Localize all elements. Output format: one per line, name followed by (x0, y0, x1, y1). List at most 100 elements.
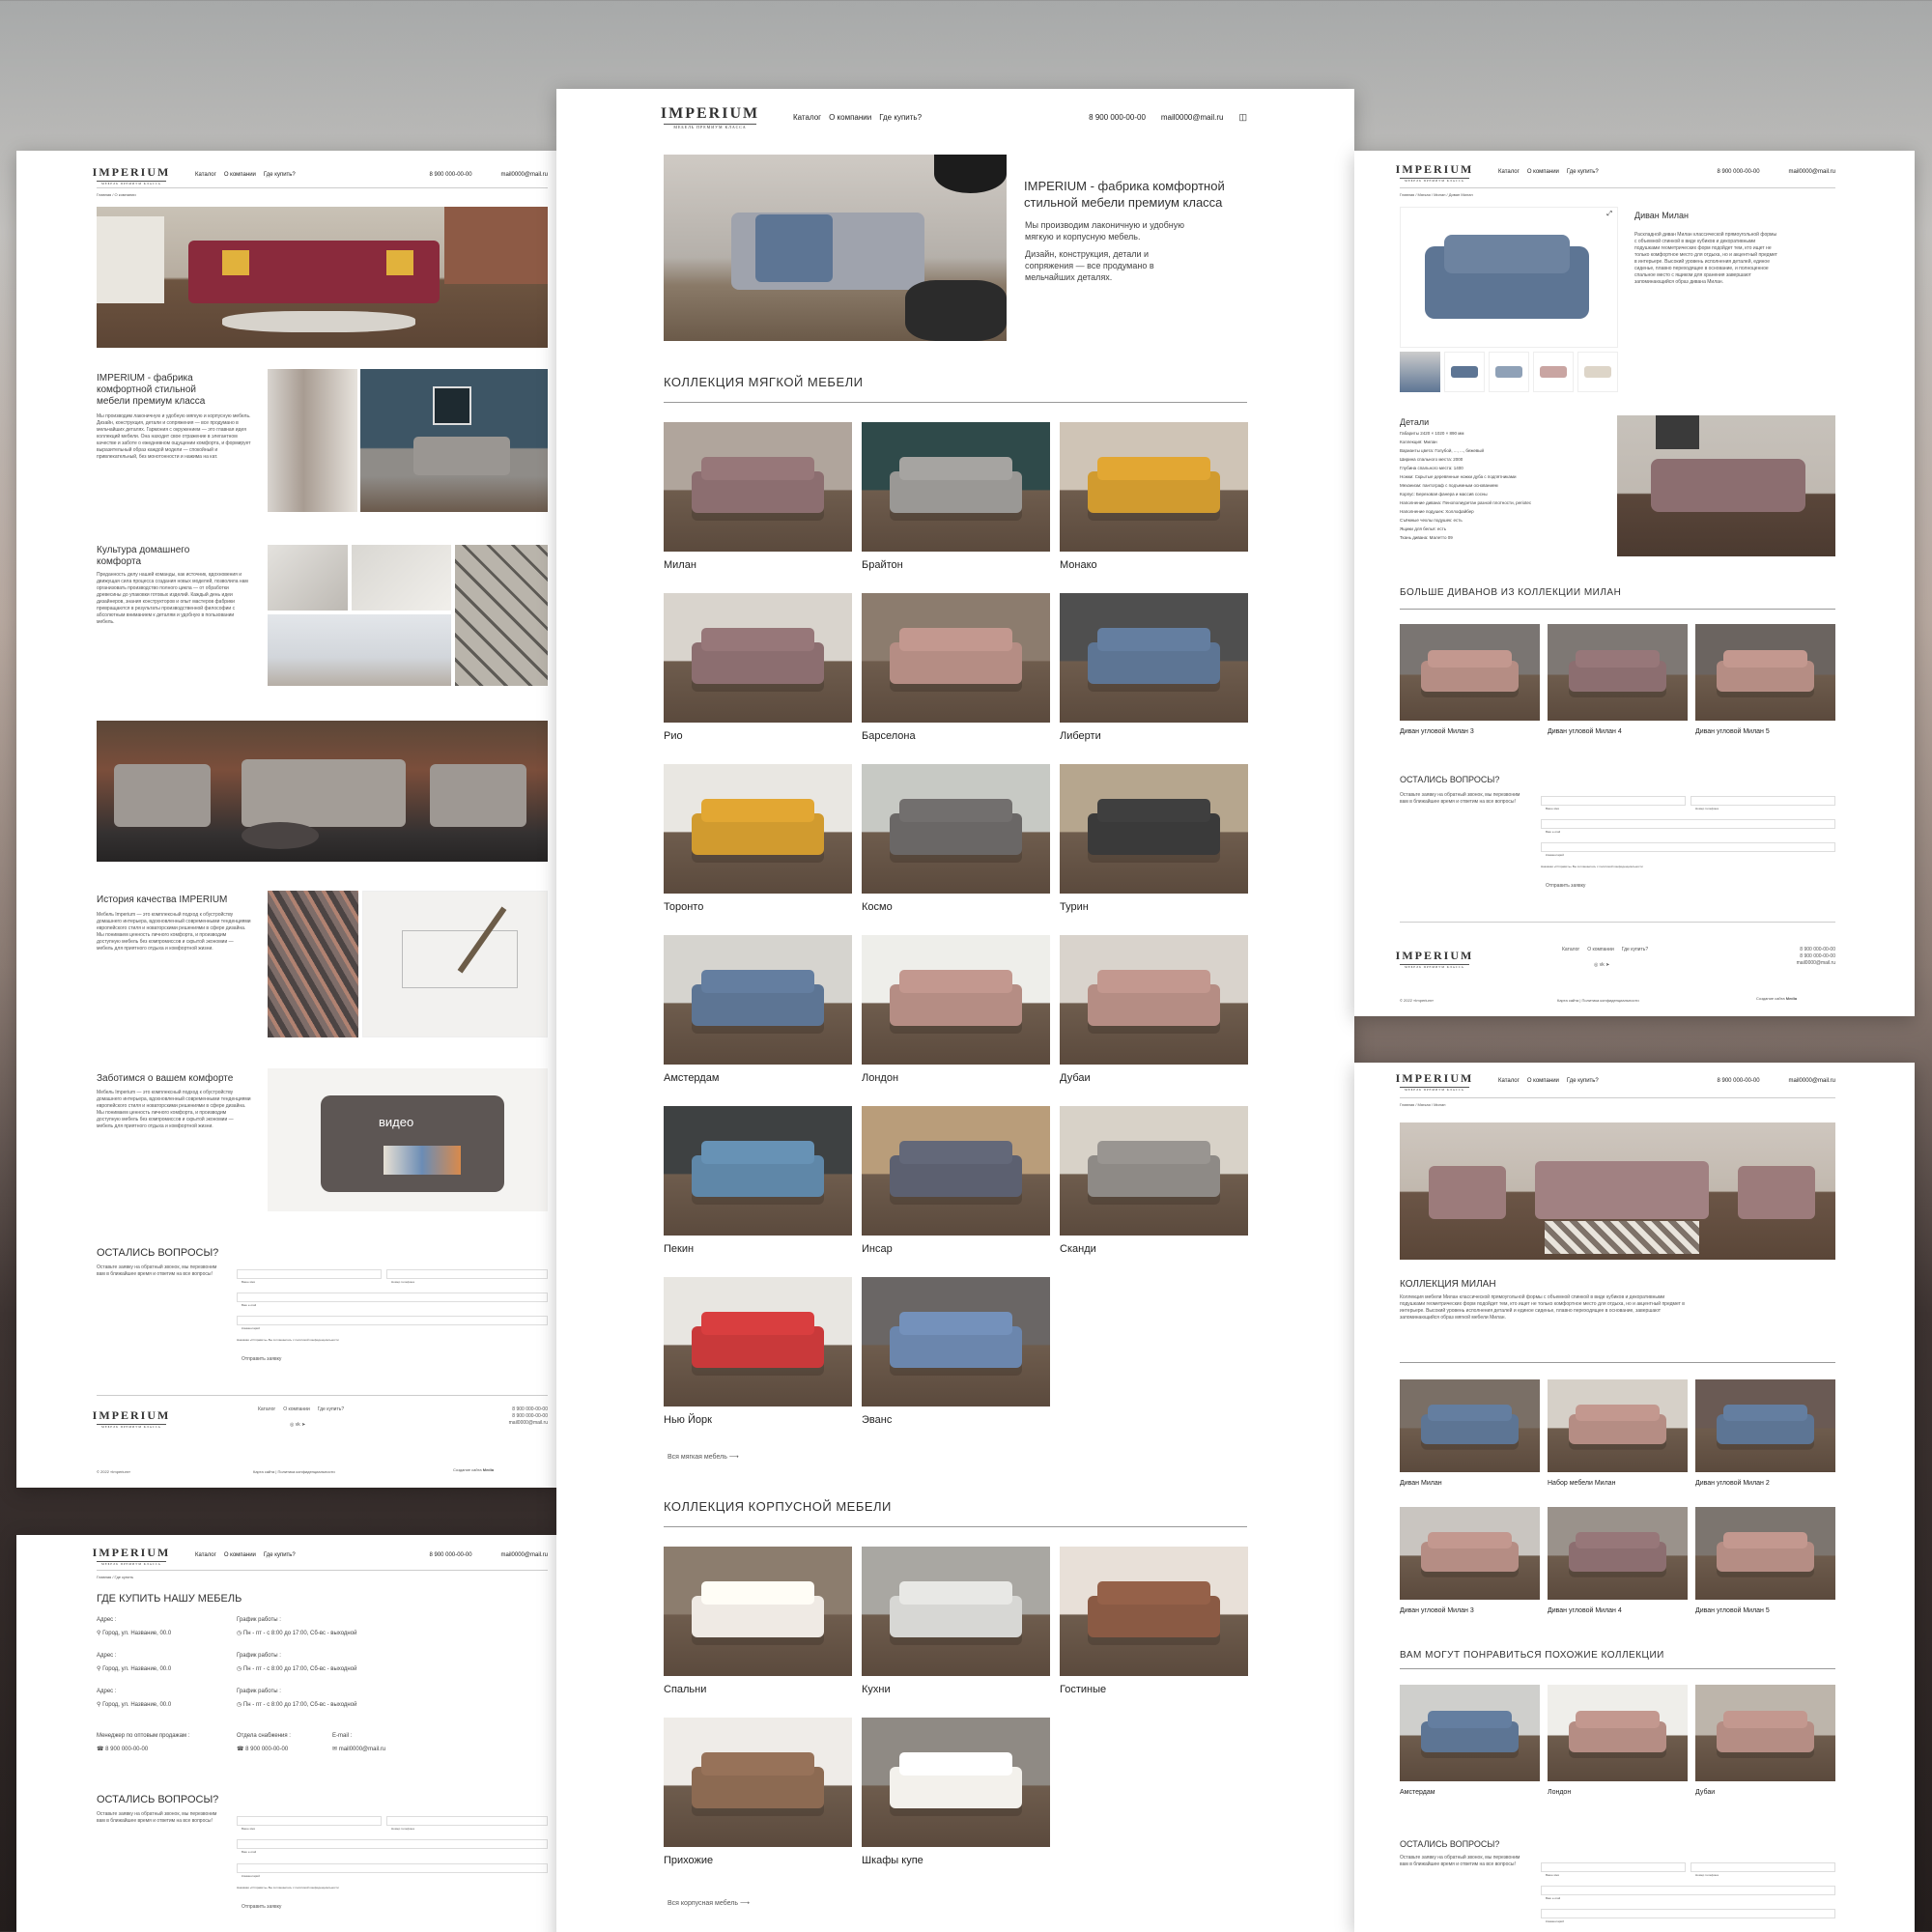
product-image[interactable] (862, 935, 1050, 1065)
product-name[interactable]: Лондон (862, 1072, 898, 1084)
product-name[interactable]: Спальни (664, 1684, 706, 1695)
thumbnail[interactable] (1400, 352, 1440, 392)
product-image[interactable] (862, 422, 1050, 552)
footer-logo[interactable]: IMPERIUM МЕБЕЛЬ ПРЕМИУМ КЛАССА (1396, 949, 1472, 969)
header-email[interactable]: mail0000@mail.ru (501, 172, 548, 178)
product-image[interactable] (1548, 1685, 1688, 1781)
instagram-icon[interactable]: ◎ (1594, 962, 1598, 968)
nav-where[interactable]: Где купить? (1567, 169, 1599, 175)
nav-where[interactable]: Где купить? (264, 172, 296, 178)
product-image[interactable] (1400, 1379, 1540, 1472)
nav-catalog[interactable]: Каталог (1498, 1078, 1520, 1084)
product-image[interactable] (664, 422, 852, 552)
nav-about[interactable]: О компании (224, 172, 256, 178)
nav-where[interactable]: Где купить? (1567, 1078, 1599, 1084)
product-name[interactable]: Набор мебели Милан (1548, 1480, 1615, 1487)
telegram-icon[interactable]: ➤ (1605, 962, 1609, 968)
footer-nav-catalog[interactable]: Каталог (1562, 947, 1579, 952)
product-card[interactable]: Барселона (862, 593, 1050, 744)
product-name[interactable]: Либерти (1060, 730, 1101, 742)
phone-input[interactable]: Номер телефона (386, 1269, 548, 1284)
nav-about[interactable]: О компании (224, 1552, 256, 1558)
consent-text[interactable]: Нажимая «Отправить» Вы соглашаетесь с по… (1541, 864, 1643, 870)
header-phone[interactable]: 8 900 000-00-00 (430, 172, 472, 178)
comment-input[interactable]: Комментарий (237, 1863, 548, 1878)
product-image[interactable] (664, 935, 852, 1065)
footer-nav-about[interactable]: О компании (283, 1406, 310, 1412)
product-card[interactable]: Дубаи (1060, 935, 1248, 1086)
footer-phone-2[interactable]: 8 900 000-00-00 (1768, 953, 1835, 960)
product-name[interactable]: Сканди (1060, 1243, 1096, 1255)
product-card[interactable]: Диван угловой Милан 5 (1695, 1507, 1835, 1621)
product-name[interactable]: Кухни (862, 1684, 891, 1695)
vk-icon[interactable]: vk (1600, 962, 1605, 968)
product-card[interactable]: Диван угловой Милан 3 (1400, 624, 1540, 742)
footer-phone-2[interactable]: 8 900 000-00-00 (480, 1413, 548, 1420)
product-image[interactable] (862, 1718, 1050, 1847)
product-card[interactable]: Либерти (1060, 593, 1248, 744)
nav-catalog[interactable]: Каталог (195, 172, 216, 178)
product-name[interactable]: Дубаи (1695, 1789, 1715, 1796)
case-more-link[interactable]: Вся корпусная мебель ⟶ (668, 1900, 750, 1907)
product-name[interactable]: Брайтон (862, 559, 903, 571)
product-name[interactable]: Торонто (664, 901, 703, 913)
product-image[interactable] (664, 1718, 852, 1847)
product-image[interactable] (1060, 1547, 1248, 1676)
footer-made-by[interactable]: Создание сайта Media (453, 1466, 494, 1473)
product-name[interactable]: Амстердам (664, 1072, 719, 1084)
product-name[interactable]: Шкафы купе (862, 1855, 923, 1866)
product-card[interactable]: Монако (1060, 422, 1248, 573)
nav-where[interactable]: Где купить? (264, 1552, 296, 1558)
breadcrumb[interactable]: Главная / О компании (97, 191, 136, 198)
vk-icon[interactable]: vk (296, 1422, 300, 1428)
submit-button[interactable]: Отправить заявку (1546, 883, 1585, 890)
product-name[interactable]: Монако (1060, 559, 1097, 571)
header-email[interactable]: mail0000@mail.ru (501, 1552, 548, 1558)
product-name[interactable]: Рио (664, 730, 683, 742)
product-image[interactable] (1695, 624, 1835, 721)
product-card[interactable]: Эванс (862, 1277, 1050, 1428)
telegram-icon[interactable]: ➤ (301, 1422, 305, 1428)
footer-nav-where[interactable]: Где купить? (1622, 947, 1648, 952)
product-card[interactable]: Диван угловой Милан 4 (1548, 624, 1688, 742)
product-name[interactable]: Космо (862, 901, 893, 913)
breadcrumb[interactable]: Главная / Где купить (97, 1574, 133, 1580)
footer-links[interactable]: Карта сайта | Политика конфиденциальност… (1557, 997, 1639, 1004)
product-card[interactable]: Набор мебели Милан (1548, 1379, 1688, 1493)
footer-phone-1[interactable]: 8 900 000-00-00 (480, 1406, 548, 1413)
product-card[interactable]: Милан (664, 422, 852, 573)
product-card[interactable]: Диван угловой Милан 3 (1400, 1507, 1540, 1621)
product-image[interactable] (1060, 422, 1248, 552)
product-name[interactable]: Гостиные (1060, 1684, 1106, 1695)
product-name[interactable]: Пекин (664, 1243, 694, 1255)
breadcrumb[interactable]: Главная / Мягкая / Милан (1400, 1101, 1445, 1108)
product-image[interactable] (1060, 593, 1248, 723)
product-image[interactable] (1060, 935, 1248, 1065)
product-card[interactable]: Торонто (664, 764, 852, 915)
header-phone[interactable]: 8 900 000-00-00 (1089, 113, 1146, 122)
footer-phone-1[interactable]: 8 900 000-00-00 (1768, 947, 1835, 953)
email-input[interactable]: Ваш e-mail (1541, 819, 1835, 834)
product-image[interactable] (1548, 624, 1688, 721)
nav-about[interactable]: О компании (829, 113, 871, 122)
header-phone[interactable]: 8 900 000-00-00 (1718, 1078, 1760, 1084)
product-image[interactable] (1548, 1507, 1688, 1600)
logo[interactable]: IMPERIUM МЕБЕЛЬ ПРЕМИУМ КЛАССА (1396, 162, 1472, 183)
product-card[interactable]: Космо (862, 764, 1050, 915)
product-card[interactable]: Рио (664, 593, 852, 744)
product-image[interactable] (1695, 1685, 1835, 1781)
nav-catalog[interactable]: Каталог (793, 113, 821, 122)
product-card[interactable]: Амстердам (1400, 1685, 1540, 1803)
phone-input[interactable]: Номер телефона (1690, 796, 1835, 810)
soft-more-link[interactable]: Вся мягкая мебель ⟶ (668, 1454, 739, 1461)
product-card[interactable]: Шкафы купе (862, 1718, 1050, 1868)
product-card[interactable]: Брайтон (862, 422, 1050, 573)
product-card[interactable]: Спальни (664, 1547, 852, 1697)
name-input[interactable]: Ваше имя (1541, 1862, 1686, 1877)
footer-made-by[interactable]: Создание сайта Media (1756, 995, 1797, 1002)
product-card[interactable]: Пекин (664, 1106, 852, 1257)
logo[interactable]: IMPERIUM МЕБЕЛЬ ПРЕМИУМ КЛАССА (93, 1546, 169, 1566)
header-phone[interactable]: 8 900 000-00-00 (430, 1552, 472, 1558)
product-card[interactable]: Диван угловой Милан 4 (1548, 1507, 1688, 1621)
product-name[interactable]: Диван угловой Милан 4 (1548, 728, 1622, 735)
